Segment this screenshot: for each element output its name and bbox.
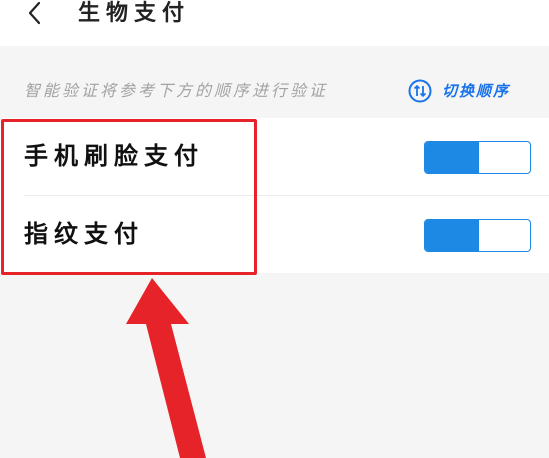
- back-arrow-icon[interactable]: [20, 0, 50, 30]
- fingerprint-pay-toggle[interactable]: [424, 219, 531, 252]
- option-row-fingerprint-pay: 指纹支付: [0, 196, 549, 273]
- option-row-face-pay: 手机刷脸支付: [0, 118, 549, 196]
- face-pay-toggle[interactable]: [424, 141, 531, 174]
- fingerprint-pay-label: 指纹支付: [24, 220, 144, 248]
- switch-order-button[interactable]: 切换顺序: [408, 78, 510, 104]
- page-title: 生物支付: [78, 1, 191, 26]
- swap-order-icon: [408, 79, 432, 103]
- biometric-options-card: 手机刷脸支付 指纹支付: [0, 118, 549, 273]
- toggle-on-indicator: [425, 142, 479, 173]
- face-pay-label: 手机刷脸支付: [24, 142, 204, 170]
- switch-order-label: 切换顺序: [442, 82, 511, 100]
- order-hint-text: 智能验证将参考下方的顺序进行验证: [24, 81, 329, 100]
- toggle-on-indicator: [425, 220, 479, 251]
- top-bar: 生物支付: [0, 0, 549, 46]
